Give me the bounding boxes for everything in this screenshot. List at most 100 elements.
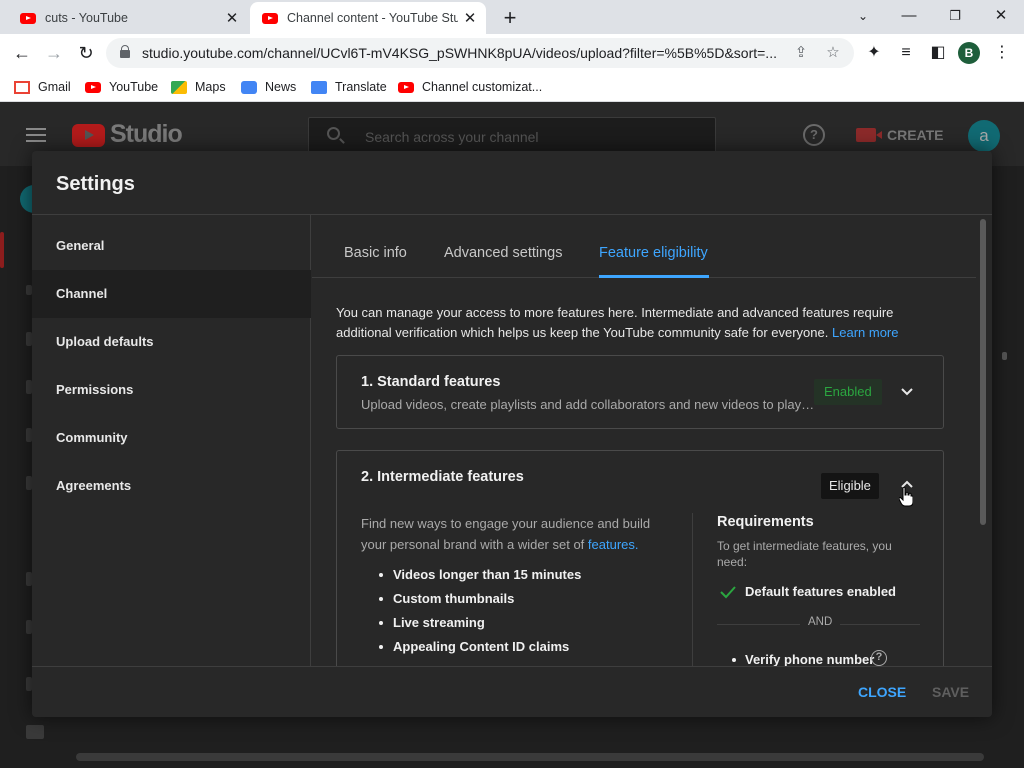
minimize-icon[interactable]: —	[886, 4, 932, 28]
tab-basic-info[interactable]: Basic info	[344, 245, 407, 261]
feature-list: Videos longer than 15 minutes Custom thu…	[378, 563, 581, 659]
studio-search[interactable]: Search across your channel	[308, 117, 716, 153]
youtube-logo-icon[interactable]	[72, 124, 105, 147]
search-icon	[327, 127, 340, 140]
requirements-text: To get intermediate features, you need:	[717, 539, 892, 569]
bookmark-gmail[interactable]: Gmail	[14, 78, 71, 96]
dialog-title: Settings	[56, 173, 135, 195]
help-icon[interactable]: ?	[803, 124, 825, 146]
and-label: AND	[800, 616, 841, 628]
intermediate-description: Find new ways to engage your audience an…	[361, 513, 661, 555]
intro-text: You can manage your access to more featu…	[336, 305, 894, 340]
sidebar-item-general[interactable]: General	[32, 222, 311, 270]
settings-sidebar: General Channel Upload defaults Permissi…	[32, 215, 311, 666]
chevron-down-icon[interactable]	[897, 382, 917, 402]
intermediate-features-card: 2. Intermediate features Eligible Find n…	[336, 450, 944, 666]
lock-icon[interactable]	[120, 45, 130, 58]
tab-search-icon[interactable]: ⌄	[840, 4, 886, 28]
tab-title: Channel content - YouTube Studio	[287, 11, 458, 25]
youtube-icon	[85, 81, 101, 93]
sidebar-active-marker	[0, 232, 4, 268]
sidebar-item-community[interactable]: Community	[32, 414, 311, 462]
gmail-icon	[14, 80, 30, 94]
requirements-title: Requirements	[717, 514, 814, 530]
sidebar-item-channel[interactable]: Channel	[32, 270, 311, 318]
menu-kebab-icon[interactable]: ⋮	[990, 41, 1014, 65]
forward-icon[interactable]: →	[41, 40, 67, 66]
bookmark-translate[interactable]: Translate	[311, 78, 387, 96]
enabled-status-badge: Enabled	[814, 379, 882, 405]
sidebar-item-upload-defaults[interactable]: Upload defaults	[32, 318, 311, 366]
bookmark-label: Channel customizat...	[422, 80, 543, 94]
settings-dialog: Settings General Channel Upload defaults…	[32, 151, 992, 717]
create-button[interactable]: CREATE	[856, 126, 944, 144]
channel-avatar[interactable]: a	[968, 120, 1000, 152]
maps-icon	[171, 80, 187, 94]
features-link[interactable]: features.	[588, 537, 639, 552]
learn-more-link[interactable]: Learn more	[832, 325, 898, 340]
close-window-icon[interactable]: ✕	[978, 4, 1024, 28]
news-icon	[241, 80, 257, 94]
scrollbar[interactable]	[978, 215, 988, 666]
browser-tab-active[interactable]: Channel content - YouTube Studio ✕	[250, 2, 486, 34]
list-item: Live streaming	[378, 611, 581, 635]
list-item: Appealing Content ID claims	[378, 635, 581, 659]
youtube-icon	[398, 81, 414, 93]
divider	[692, 513, 693, 666]
bookmark-label: Translate	[335, 80, 387, 94]
address-bar[interactable]: studio.youtube.com/channel/UCvl6T-mV4KSG…	[106, 38, 854, 68]
tab-feature-eligibility[interactable]: Feature eligibility	[599, 245, 708, 261]
list-item: Custom thumbnails	[378, 587, 581, 611]
bookmark-star-icon[interactable]: ☆	[822, 42, 844, 64]
standard-features-card[interactable]: 1. Standard features Upload videos, crea…	[336, 355, 944, 429]
intermediate-features-title: 2. Intermediate features	[361, 469, 524, 485]
studio-logo-text[interactable]: Studio	[110, 120, 183, 149]
tab-advanced-settings[interactable]: Advanced settings	[444, 245, 563, 261]
horizontal-scrollbar[interactable]	[76, 753, 984, 761]
bookmark-channel-customization[interactable]: Channel customizat...	[398, 78, 542, 96]
youtube-favicon-icon	[20, 12, 36, 24]
feedback-icon[interactable]	[26, 725, 44, 739]
media-control-icon[interactable]: ≡	[894, 41, 918, 65]
active-tab-indicator	[599, 275, 709, 278]
bookmark-label: News	[265, 80, 297, 94]
browser-tab[interactable]: cuts - YouTube ✕	[8, 2, 248, 34]
help-circle-icon[interactable]: ?	[871, 650, 887, 666]
bookmark-youtube[interactable]: YouTube	[85, 78, 158, 96]
url-text: studio.youtube.com/channel/UCvl6T-mV4KSG…	[142, 45, 777, 61]
hand-cursor-icon	[898, 486, 914, 507]
share-icon[interactable]: ⇪	[790, 42, 812, 64]
profile-avatar[interactable]: B	[958, 42, 980, 64]
create-label: CREATE	[887, 127, 944, 143]
bookmark-label: YouTube	[109, 80, 159, 94]
sidebar-item-agreements[interactable]: Agreements	[32, 462, 311, 510]
search-placeholder: Search across your channel	[365, 129, 539, 145]
bookmark-maps[interactable]: Maps	[171, 78, 226, 96]
close-button[interactable]: CLOSE	[858, 684, 906, 700]
settings-tabs: Basic info Advanced settings Feature eli…	[312, 215, 976, 278]
requirement-default-features: Default features enabled	[745, 584, 896, 599]
requirement-verify-phone[interactable]: Verify phone number	[731, 652, 874, 666]
save-button[interactable]: SAVE	[932, 684, 969, 700]
translate-icon	[311, 80, 327, 94]
extensions-icon[interactable]: ✦	[862, 41, 886, 65]
scrollbar-thumb[interactable]	[980, 219, 986, 525]
close-tab-icon[interactable]: ✕	[458, 9, 482, 27]
restore-icon[interactable]: ❐	[932, 4, 978, 28]
close-tab-icon[interactable]: ✕	[220, 9, 244, 27]
standard-features-description: Upload videos, create playlists and add …	[361, 397, 816, 412]
intro-paragraph: You can manage your access to more featu…	[336, 303, 946, 343]
standard-features-title: 1. Standard features	[361, 374, 501, 390]
new-tab-icon[interactable]: +	[497, 5, 523, 31]
browser-toolbar: ← → ↻ studio.youtube.com/channel/UCvl6T-…	[0, 34, 1024, 72]
bookmark-news[interactable]: News	[241, 78, 296, 96]
hamburger-menu-icon[interactable]	[26, 128, 46, 142]
bookmark-label: Gmail	[38, 80, 71, 94]
sidebar-item-permissions[interactable]: Permissions	[32, 366, 311, 414]
tab-title: cuts - YouTube	[45, 11, 128, 25]
back-icon[interactable]: ←	[9, 40, 35, 66]
camera-icon	[856, 128, 882, 142]
check-icon	[719, 585, 737, 599]
side-panel-icon[interactable]: ◧	[926, 41, 950, 65]
reload-icon[interactable]: ↻	[73, 40, 99, 66]
